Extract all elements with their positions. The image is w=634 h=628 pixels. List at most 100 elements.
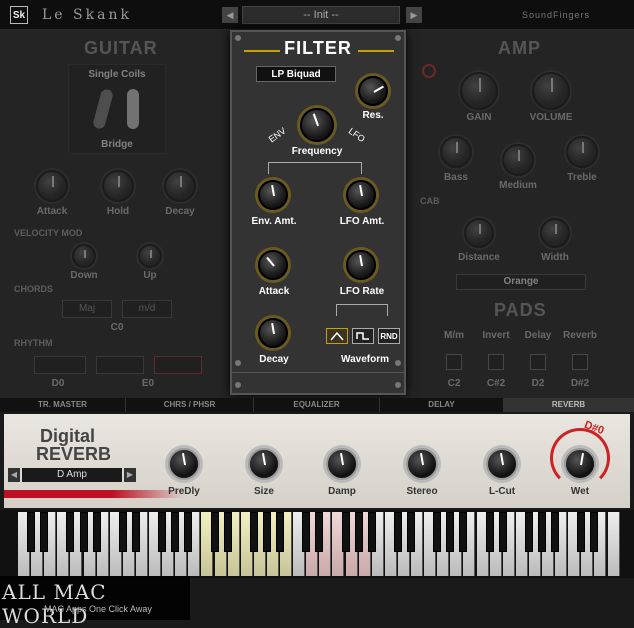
piano-black-key[interactable] [590,512,599,552]
velocity-down-label: Down [70,270,98,281]
piano-black-key[interactable] [66,512,75,552]
stereo-knob[interactable] [406,448,438,480]
piano-black-key[interactable] [184,512,193,552]
rhythm-button-1[interactable] [34,356,86,374]
lcut-label: L-Cut [488,486,516,497]
pad-header-invert: Invert [482,330,510,341]
pad-checkbox-2[interactable] [488,354,504,370]
tab-reverb[interactable]: REVERB [504,398,634,412]
piano-black-key[interactable] [498,512,507,552]
size-knob[interactable] [248,448,280,480]
piano-black-key[interactable] [27,512,36,552]
medium-knob[interactable] [502,144,534,176]
piano-black-key[interactable] [485,512,494,552]
preset-prev-icon[interactable]: ◀ [222,7,238,23]
pad-checkbox-4[interactable] [572,354,588,370]
piano-black-key[interactable] [341,512,350,552]
lcut-knob[interactable] [486,448,518,480]
chord-md-button[interactable]: m/d [122,300,172,318]
attack-knob[interactable] [258,250,288,280]
piano-black-key[interactable] [538,512,546,552]
piano-black-key[interactable] [171,512,180,552]
pickup-neck-icon [92,88,114,130]
accent-stripe [4,490,184,498]
cab-selector[interactable]: Orange [456,274,586,290]
velocity-down-knob[interactable] [72,244,96,268]
decay-knob[interactable] [164,170,196,202]
piano-black-key[interactable] [223,512,232,552]
piano-black-key[interactable] [393,512,402,552]
chord-maj-button[interactable]: Maj [62,300,112,318]
piano-black-key[interactable] [79,512,88,552]
reverb-preset-selector[interactable]: D Amp [22,468,122,482]
piano-keyboard[interactable] [0,510,634,578]
waveform-bracket [336,304,388,316]
piano-black-key[interactable] [249,512,258,552]
tab-tr-master[interactable]: TR. MASTER [0,398,126,412]
rhythm-button-3[interactable] [154,356,202,374]
piano-black-key[interactable] [577,512,586,552]
lfo-rate-knob[interactable] [346,250,376,280]
hold-knob[interactable] [102,170,134,202]
pad-note-2: C#2 [486,378,506,389]
piano-black-key[interactable] [354,512,363,552]
env-amount-knob[interactable] [258,180,288,210]
piano-black-key[interactable] [131,512,140,552]
gain-knob[interactable] [460,72,498,110]
pad-checkbox-1[interactable] [446,354,462,370]
filter-type-selector[interactable]: LP Biquad [256,66,336,82]
waveform-triangle-icon[interactable] [326,328,348,344]
velocity-up-knob[interactable] [138,244,162,268]
predly-knob[interactable] [168,448,200,480]
pad-note-1: C2 [447,378,461,389]
waveform-random-button[interactable]: RND [378,328,400,344]
piano-black-key[interactable] [524,512,533,552]
distance-knob[interactable] [464,218,494,248]
piano-black-key[interactable] [446,512,455,552]
attack-knob[interactable] [36,170,68,202]
resonance-knob[interactable] [358,76,388,106]
screw-icon [235,360,241,366]
piano-black-key[interactable] [367,512,376,552]
reverb-prev-icon[interactable]: ◀ [8,468,20,482]
piano-black-key[interactable] [276,512,284,552]
tab-equalizer[interactable]: EQUALIZER [254,398,380,412]
waveform-square-icon[interactable] [352,328,374,344]
lfo-amount-knob[interactable] [346,180,376,210]
piano-black-key[interactable] [40,512,49,552]
piano-black-key[interactable] [302,512,311,552]
pickup-panel[interactable]: Single Coils Bridge [68,64,166,154]
treble-knob[interactable] [566,136,598,168]
piano-black-key[interactable] [262,512,271,552]
piano-black-key[interactable] [210,512,219,552]
width-knob[interactable] [540,218,570,248]
frequency-label: Frequency [291,146,343,157]
piano-black-key[interactable] [158,512,167,552]
bass-knob[interactable] [440,136,472,168]
wet-knob[interactable] [564,448,596,480]
reverb-next-icon[interactable]: ▶ [124,468,136,482]
piano-black-key[interactable] [459,512,468,552]
piano-black-key[interactable] [92,512,101,552]
rhythm-note-2: E0 [141,378,155,389]
amp-power-icon[interactable] [422,64,436,78]
piano-black-key[interactable] [433,512,442,552]
rhythm-button-2[interactable] [96,356,144,374]
filter-title: FILTER [284,38,352,58]
damp-knob[interactable] [326,448,358,480]
tab-delay[interactable]: DELAY [380,398,504,412]
amp-title: AMP [498,38,541,58]
pad-checkbox-3[interactable] [530,354,546,370]
piano-black-key[interactable] [407,512,415,552]
piano-black-key[interactable] [551,512,560,552]
frequency-knob[interactable] [300,108,334,142]
preset-next-icon[interactable]: ▶ [406,7,422,23]
preset-selector[interactable]: -- Init -- [242,6,400,24]
reverb-panel: Digital REVERB ◀ D Amp ▶ PreDly Size Dam… [4,414,630,508]
volume-knob[interactable] [532,72,570,110]
tab-chrs-phsr[interactable]: CHRS / PHSR [126,398,254,412]
piano-black-key[interactable] [118,512,127,552]
piano-black-key[interactable] [315,512,324,552]
piano-white-key[interactable] [607,512,620,576]
decay-knob[interactable] [258,318,288,348]
